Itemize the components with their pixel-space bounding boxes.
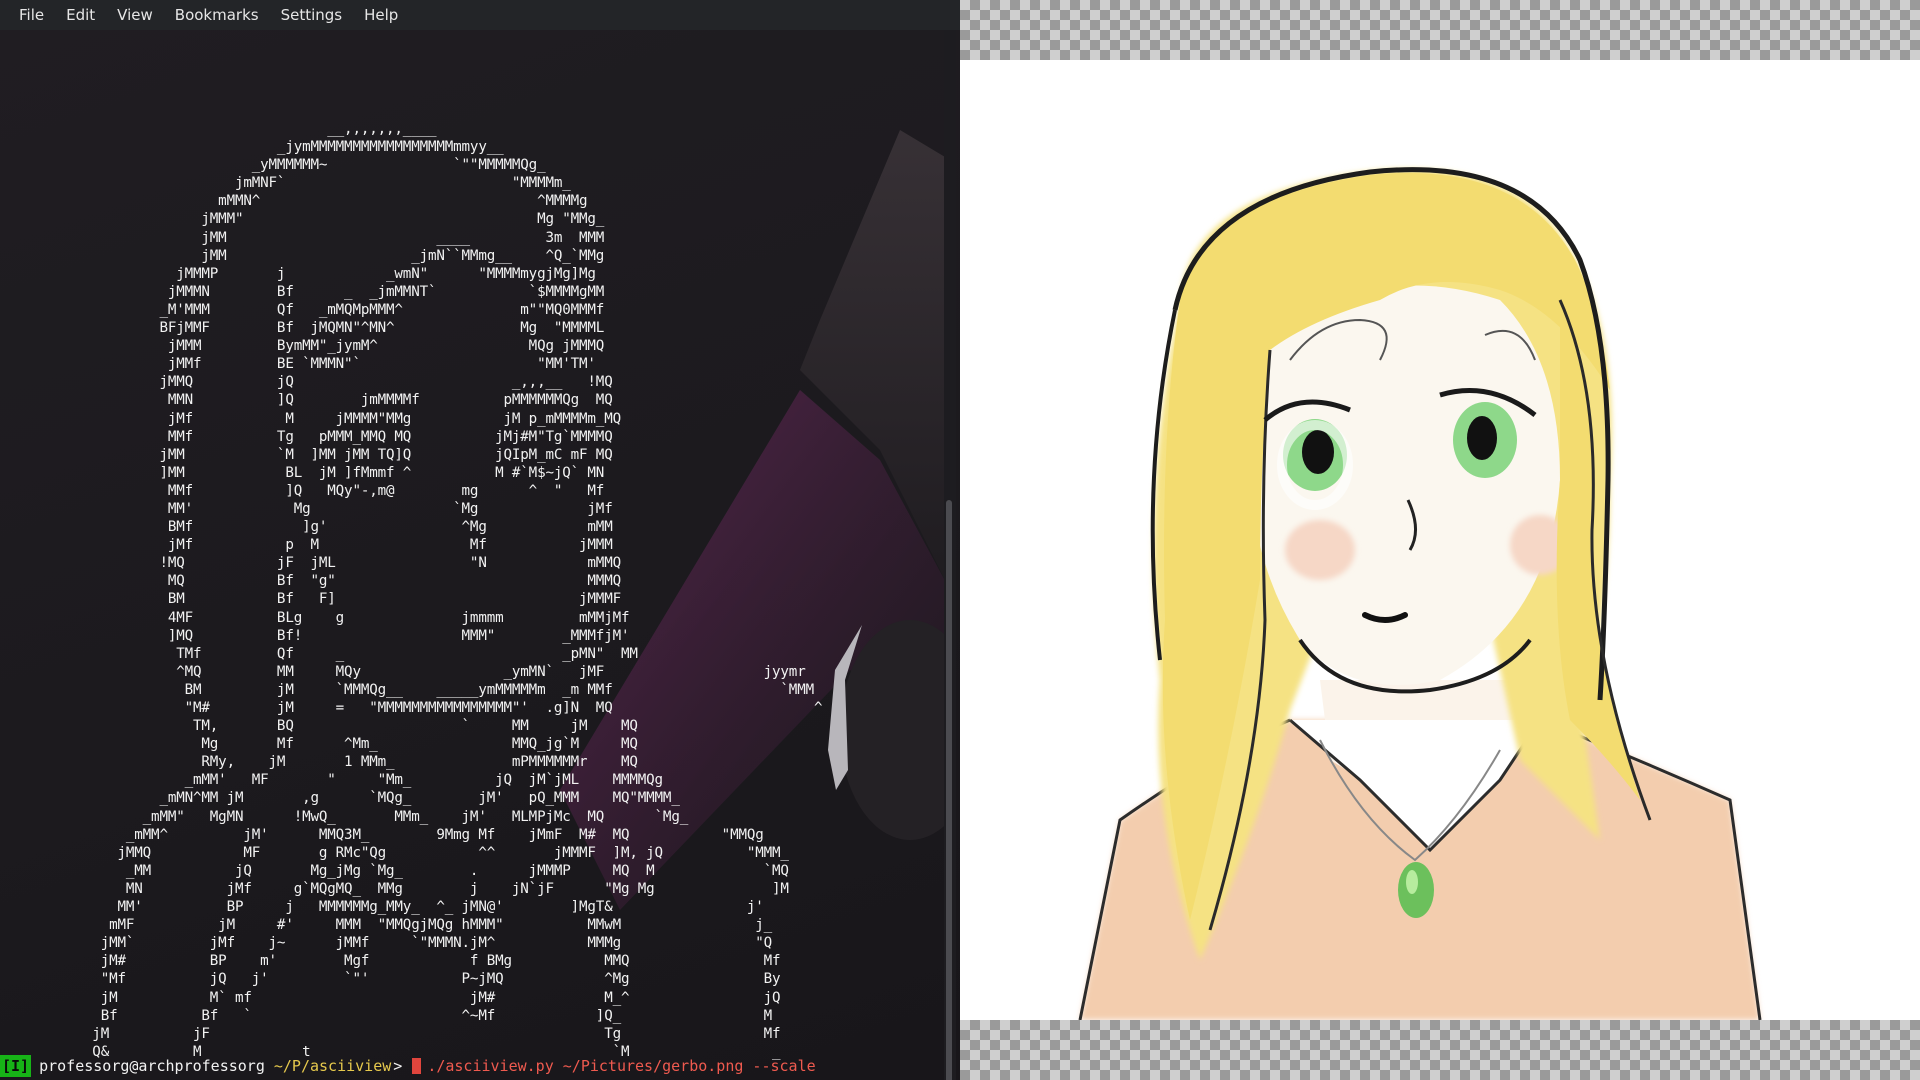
menu-edit[interactable]: Edit — [55, 0, 106, 30]
menu-view[interactable]: View — [106, 0, 164, 30]
command-input[interactable]: ./asciiview.py ~/Pictures/gerbo.png --sc… — [427, 1055, 815, 1077]
prompt-symbol: > — [393, 1057, 403, 1075]
girl-illustration — [1078, 167, 1762, 1021]
viewer-image — [960, 60, 1920, 1021]
terminal-menubar: File Edit View Bookmarks Settings Help — [0, 0, 960, 30]
left-cheek — [1285, 520, 1355, 580]
image-viewer[interactable] — [960, 0, 1920, 1080]
shell-prompt[interactable]: [I] professorg@archprofessorg ~/P/asciiv… — [0, 1055, 940, 1077]
terminal-window[interactable]: File Edit View Bookmarks Settings Help _… — [0, 0, 960, 1080]
menu-help[interactable]: Help — [353, 0, 409, 30]
vi-mode-badge: [I] — [0, 1055, 32, 1077]
scrollbar-thumb[interactable] — [946, 500, 952, 1080]
text-cursor — [412, 1058, 422, 1074]
menu-bookmarks[interactable]: Bookmarks — [164, 0, 270, 30]
terminal-scrollbar[interactable] — [944, 30, 956, 1080]
ascii-art-output: __,,,,,,,____ _jymMMMMMMMMMMMMMMMMMmmyy_… — [92, 121, 823, 1060]
menu-file[interactable]: File — [8, 0, 55, 30]
menu-settings[interactable]: Settings — [270, 0, 354, 30]
prompt-user-host: professorg@archprofessorg — [39, 1057, 265, 1075]
prompt-path: ~/P/asciiview — [273, 1057, 392, 1075]
